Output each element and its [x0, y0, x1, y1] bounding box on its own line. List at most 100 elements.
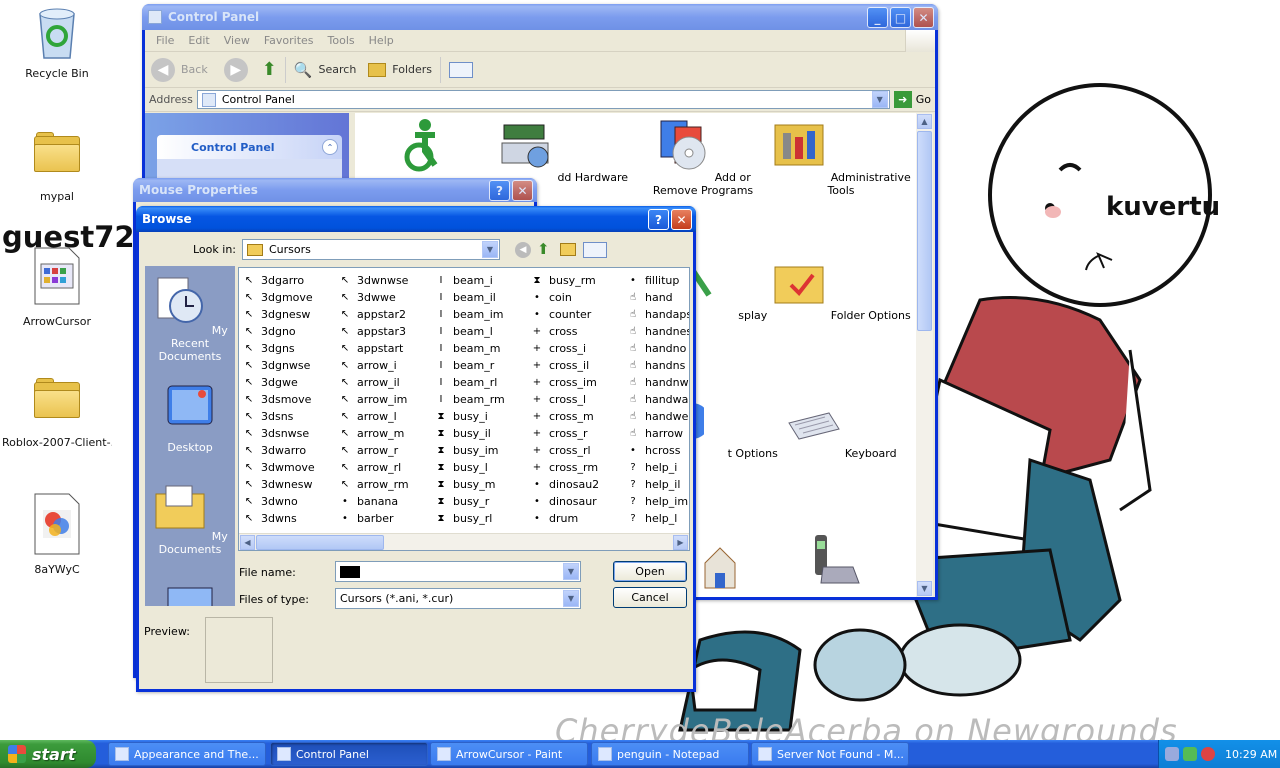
file-item[interactable]: ↖ 3dgns: [243, 340, 339, 357]
file-item[interactable]: + cross: [531, 323, 627, 340]
file-item[interactable]: ⧗ busy_l: [435, 459, 531, 476]
address-dropdown-icon[interactable]: ▼: [871, 91, 888, 108]
folders-button-label[interactable]: Folders: [392, 63, 432, 76]
go-arrow-icon[interactable]: ➜: [893, 91, 912, 108]
cancel-button[interactable]: Cancel: [613, 587, 687, 608]
network-tray-icon[interactable]: [1165, 747, 1179, 761]
file-item[interactable]: ↖ 3dwmove: [243, 459, 339, 476]
file-item[interactable]: ↖ 3dwnwse: [339, 272, 435, 289]
file-item[interactable]: ⧗ busy_m: [435, 476, 531, 493]
scroll-up-arrow-icon[interactable]: ▲: [917, 114, 932, 129]
folders-icon[interactable]: [368, 62, 387, 77]
cp-item-accessibility[interactable]: [355, 117, 495, 184]
file-item[interactable]: ⧗ busy_rl: [435, 510, 531, 527]
file-item[interactable]: ⧗ busy_il: [435, 425, 531, 442]
place-my-recent-documents[interactable]: My Recent Documents: [145, 274, 235, 363]
file-item[interactable]: ☝ handwe: [627, 408, 689, 425]
file-item[interactable]: + cross_i: [531, 340, 627, 357]
file-item[interactable]: ? help_i: [627, 459, 689, 476]
browse-titlebar[interactable]: Browse ? ✕: [136, 206, 696, 232]
maximize-button[interactable]: □: [890, 7, 911, 28]
file-item[interactable]: ↖ arrow_m: [339, 425, 435, 442]
file-item[interactable]: ↖ arrow_im: [339, 391, 435, 408]
file-item[interactable]: ↖ arrow_rm: [339, 476, 435, 493]
desktop-icon-8aywyc[interactable]: 8aYWyC: [2, 492, 112, 576]
file-item[interactable]: ☝ handapst: [627, 306, 689, 323]
file-item[interactable]: ↖ appstart: [339, 340, 435, 357]
back-arrow-icon[interactable]: ◀: [515, 242, 531, 258]
file-item[interactable]: Ibeam_r: [435, 357, 531, 374]
task-pane-header[interactable]: Control Panel ⌃: [157, 135, 342, 159]
file-item[interactable]: • fillitup: [627, 272, 689, 289]
file-item[interactable]: ☝ handwait: [627, 391, 689, 408]
file-item[interactable]: ⧗ busy_i: [435, 408, 531, 425]
file-list[interactable]: ↖ 3dgarro ↖ 3dgmove ↖ 3dgnesw ↖ 3dgno ↖ 3dgns ↖ 3dg…: [238, 267, 690, 551]
file-item[interactable]: • banana: [339, 493, 435, 510]
taskbar-button-browser[interactable]: Server Not Found - M...: [751, 742, 909, 766]
file-item[interactable]: ↖ arrow_il: [339, 374, 435, 391]
taskbar-button-control-panel[interactable]: Control Panel: [270, 742, 428, 766]
up-folder-icon[interactable]: ⬆: [262, 59, 277, 80]
file-item[interactable]: ↖ 3dsnwse: [243, 425, 339, 442]
file-item[interactable]: • barber: [339, 510, 435, 527]
views-icon[interactable]: [449, 61, 474, 78]
look-in-combo[interactable]: Cursors ▼: [242, 239, 500, 260]
file-item[interactable]: • coin: [531, 289, 627, 306]
file-item[interactable]: • dinosaur: [531, 493, 627, 510]
mouse-properties-titlebar[interactable]: Mouse Properties ? ✕: [133, 178, 537, 202]
file-name-dropdown-icon[interactable]: ▼: [563, 563, 579, 580]
start-button[interactable]: start: [0, 740, 96, 768]
scroll-thumb[interactable]: [917, 131, 932, 331]
file-item[interactable]: ☝ harrow: [627, 425, 689, 442]
scroll-thumb[interactable]: [256, 535, 384, 550]
cp-item-keyboard[interactable]: Keyboard: [771, 393, 911, 460]
file-item[interactable]: ↖ 3dsmove: [243, 391, 339, 408]
file-item[interactable]: Ibeam_im: [435, 306, 531, 323]
cp-item-add-hardware[interactable]: dd Hardware: [493, 117, 633, 184]
file-item[interactable]: ↖ 3dgwe: [243, 374, 339, 391]
file-item[interactable]: • counter: [531, 306, 627, 323]
menu-help[interactable]: Help: [362, 34, 401, 47]
file-item[interactable]: ⧗ busy_rm: [531, 272, 627, 289]
cp-item-administrative-tools[interactable]: Administrative Tools: [771, 117, 911, 197]
forward-arrow-icon[interactable]: ▶: [223, 57, 248, 82]
open-button[interactable]: Open: [613, 561, 687, 582]
file-item[interactable]: + cross_rl: [531, 442, 627, 459]
file-item[interactable]: + cross_il: [531, 357, 627, 374]
file-item[interactable]: ↖ 3dwwe: [339, 289, 435, 306]
scroll-down-arrow-icon[interactable]: ▼: [917, 581, 932, 596]
file-item[interactable]: ⧗ busy_im: [435, 442, 531, 459]
new-folder-icon[interactable]: [560, 243, 576, 256]
scroll-left-arrow-icon[interactable]: ◀: [240, 535, 255, 550]
file-item[interactable]: ↖ 3dwnesw: [243, 476, 339, 493]
file-item[interactable]: • dinosau2: [531, 476, 627, 493]
file-item[interactable]: ↖ 3dgnwse: [243, 357, 339, 374]
help-button[interactable]: ?: [648, 209, 669, 230]
file-item[interactable]: + cross_m: [531, 408, 627, 425]
file-item[interactable]: ↖ 3dgnesw: [243, 306, 339, 323]
file-item[interactable]: ☝ handno: [627, 340, 689, 357]
file-item[interactable]: Ibeam_rl: [435, 374, 531, 391]
place-desktop[interactable]: Desktop: [145, 378, 235, 454]
control-panel-titlebar[interactable]: Control Panel _ □ ✕: [142, 4, 938, 30]
shield-tray-icon[interactable]: [1183, 747, 1197, 761]
go-button-label[interactable]: Go: [916, 93, 931, 106]
file-item[interactable]: ↖ arrow_r: [339, 442, 435, 459]
file-item[interactable]: ↖ 3dgmove: [243, 289, 339, 306]
close-button[interactable]: ✕: [512, 180, 533, 201]
menu-favorites[interactable]: Favorites: [257, 34, 321, 47]
file-item[interactable]: ↖ arrow_l: [339, 408, 435, 425]
file-item[interactable]: Ibeam_i: [435, 272, 531, 289]
file-item[interactable]: ? help_l: [627, 510, 689, 527]
menu-view[interactable]: View: [217, 34, 257, 47]
file-item[interactable]: ↖ 3dwarro: [243, 442, 339, 459]
menu-tools[interactable]: Tools: [321, 34, 362, 47]
look-in-dropdown-icon[interactable]: ▼: [482, 241, 498, 258]
view-menu-icon[interactable]: [583, 242, 607, 258]
file-item[interactable]: • drum: [531, 510, 627, 527]
desktop-icon-roblox-folder[interactable]: Roblox-2007-Client-...: [2, 378, 112, 449]
desktop-icon-arrowcursor[interactable]: ArrowCursor: [2, 246, 112, 328]
vertical-scrollbar[interactable]: ▲ ▼: [916, 113, 933, 597]
file-item[interactable]: ? help_il: [627, 476, 689, 493]
place-my-computer[interactable]: [145, 582, 235, 606]
